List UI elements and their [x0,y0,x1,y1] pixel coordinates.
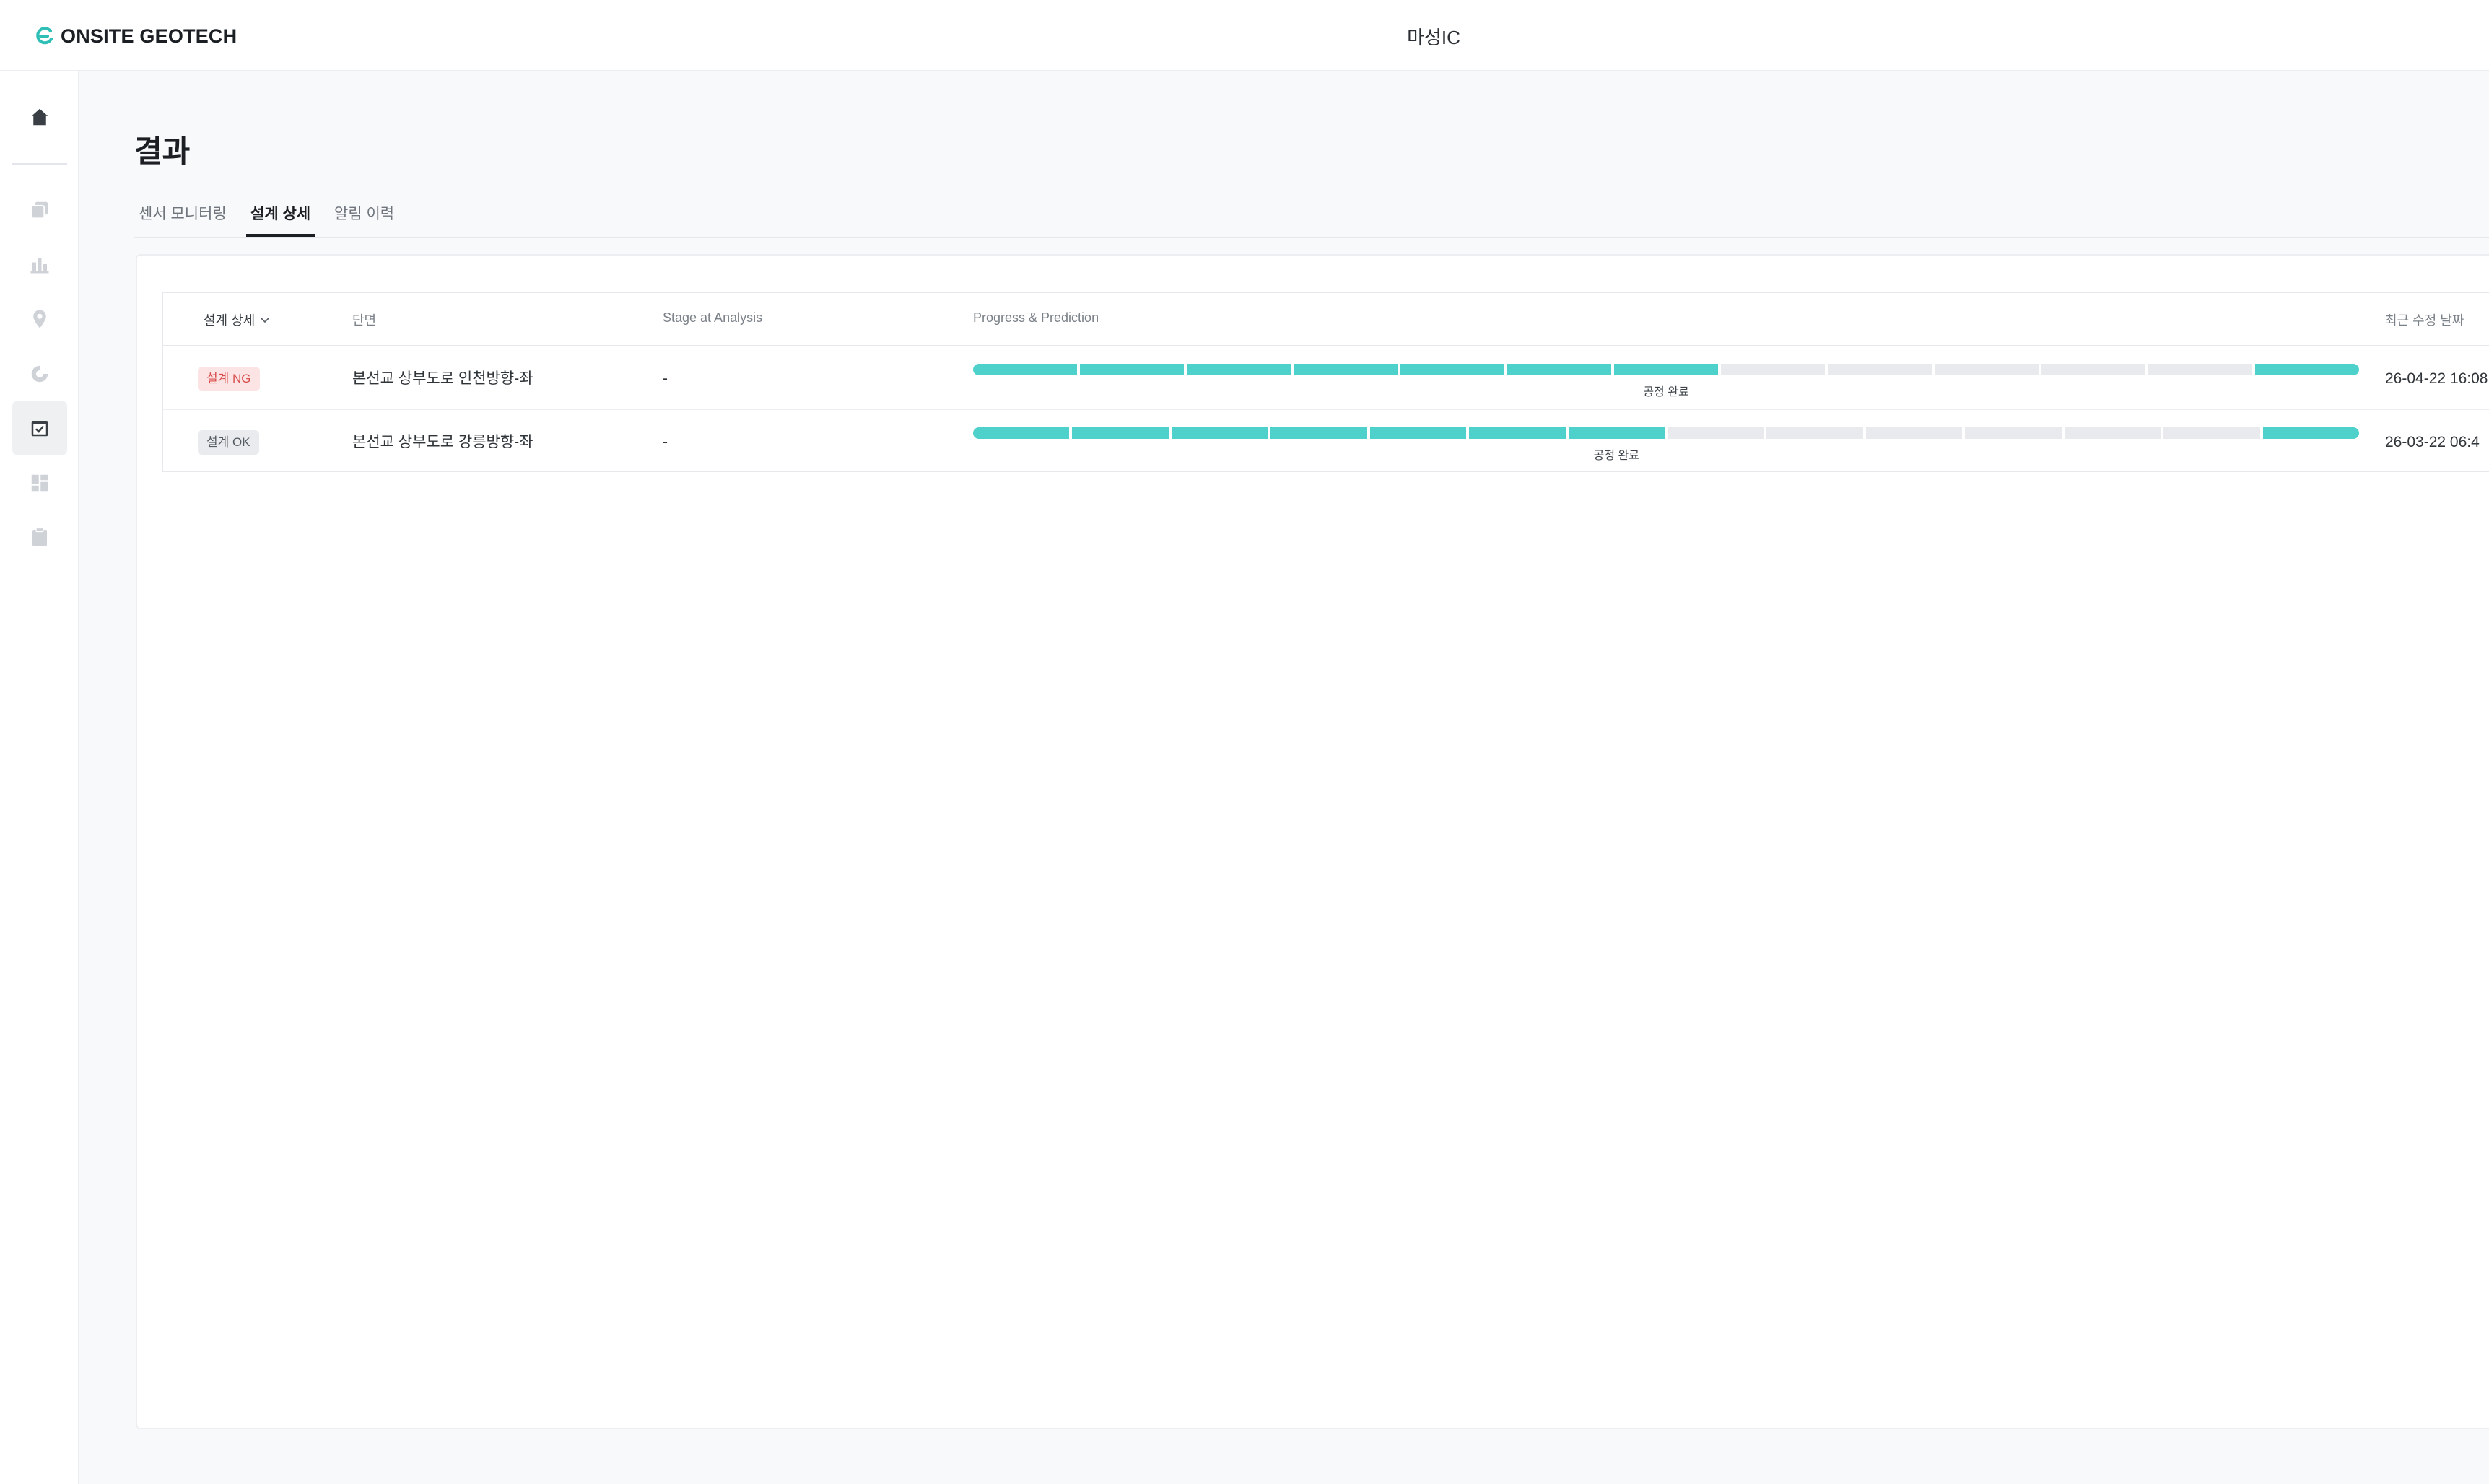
progress-segment [1766,427,1863,439]
copy-check-icon [30,201,48,219]
pie-chart-icon [31,365,48,383]
stage-cell: - [663,370,668,387]
progress-segment [1507,364,1611,375]
progress-segment [1568,427,1665,439]
progress-segment [1072,427,1169,439]
progress-bar: 공정 완료 [973,427,2359,462]
column-header-modified: 최근 수정 날짜 [2385,313,2464,328]
sidebar-divider [12,163,67,165]
progress-segment [1469,427,1566,439]
column-header-section: 단면 [352,313,377,328]
column-header-design-status[interactable]: 설계 상세 [204,310,271,329]
calendar-check-icon [31,421,48,437]
design-results-table: 설계 상세 단면 Stage at Analysis Progress & Pr… [162,292,2489,472]
site-name: 마성IC [1407,27,1460,48]
section-cell: 본선교 상부도로 인천방향-좌 [352,370,533,387]
section-cell: 본선교 상부도로 강릉방향-좌 [352,434,533,450]
progress-segment [1294,364,1398,375]
sidebar-item-chart[interactable] [12,237,67,292]
table-row[interactable]: 설계 NG 본선교 상부도로 인천방향-좌 - 공정 완료 26-04-22 1… [163,346,2489,410]
tab-bar: 센서 모니터링 설계 상세 알림 이력 [134,204,2489,238]
progress-segment [2163,427,2260,439]
modified-date-cell: 26-03-22 06:4 [2385,434,2480,450]
progress-segment [2255,364,2359,375]
column-header-progress: Progress & Prediction [973,310,1099,325]
progress-segment [2041,364,2145,375]
progress-segment [2262,427,2359,439]
dashboard-grid-icon [31,474,48,492]
modified-date-cell: 26-04-22 16:08 [2385,370,2488,387]
chevron-down-icon [261,318,269,323]
column-header-stage: Stage at Analysis [663,310,763,325]
sidebar-item-clipboard[interactable] [12,510,67,564]
tab-sensor-monitoring[interactable]: 센서 모니터링 [139,204,227,235]
progress-segment [1400,364,1504,375]
page-title: 결과 [134,134,191,168]
clipboard-icon [32,527,47,546]
progress-segment [1171,427,1268,439]
bar-chart-icon [30,258,49,274]
progress-segment [973,364,1077,375]
progress-segment [1614,364,1718,375]
tab-design-detail[interactable]: 설계 상세 [245,204,315,237]
table-row[interactable]: 설계 OK 본선교 상부도로 강릉방향-좌 - 공정 완료 26-03-22 0… [163,410,2489,473]
progress-segment [1935,364,2039,375]
progress-segment [1828,364,1932,375]
progress-segment [1270,427,1367,439]
progress-segment [1080,364,1184,375]
sidebar-item-analytics[interactable] [12,346,67,401]
column-header-label: 설계 상세 [204,313,256,328]
progress-label: 공정 완료 [1643,386,1689,398]
progress-segment [1721,364,1825,375]
stage-cell: - [663,434,668,450]
status-badge: 설계 OK [198,430,259,455]
progress-segment [2064,427,2161,439]
progress-segment [1369,427,1467,439]
sidebar-item-copy[interactable] [12,183,67,237]
sidebar-item-results[interactable] [12,401,67,455]
location-pin-icon [33,310,46,328]
sidebar-item-home[interactable] [12,90,67,144]
sidebar-item-location[interactable] [12,292,67,346]
progress-label: 공정 완료 [1593,450,1639,462]
table-header: 설계 상세 단면 Stage at Analysis Progress & Pr… [163,293,2489,346]
sidebar-item-dashboard[interactable] [12,455,67,510]
progress-segment [1865,427,1963,439]
progress-segment [1187,364,1291,375]
status-badge: 설계 NG [198,367,260,391]
top-header: ONSITE GEOTECH 마성IC [0,0,2489,71]
tab-alert-history[interactable]: 알림 이력 [334,204,394,235]
home-icon [31,108,48,126]
progress-segment [973,427,1070,439]
progress-segment [1668,427,1764,439]
progress-segment [2148,364,2252,375]
sidebar [0,71,79,1484]
progress-bar: 공정 완료 [973,364,2359,398]
progress-segment [1965,427,2062,439]
